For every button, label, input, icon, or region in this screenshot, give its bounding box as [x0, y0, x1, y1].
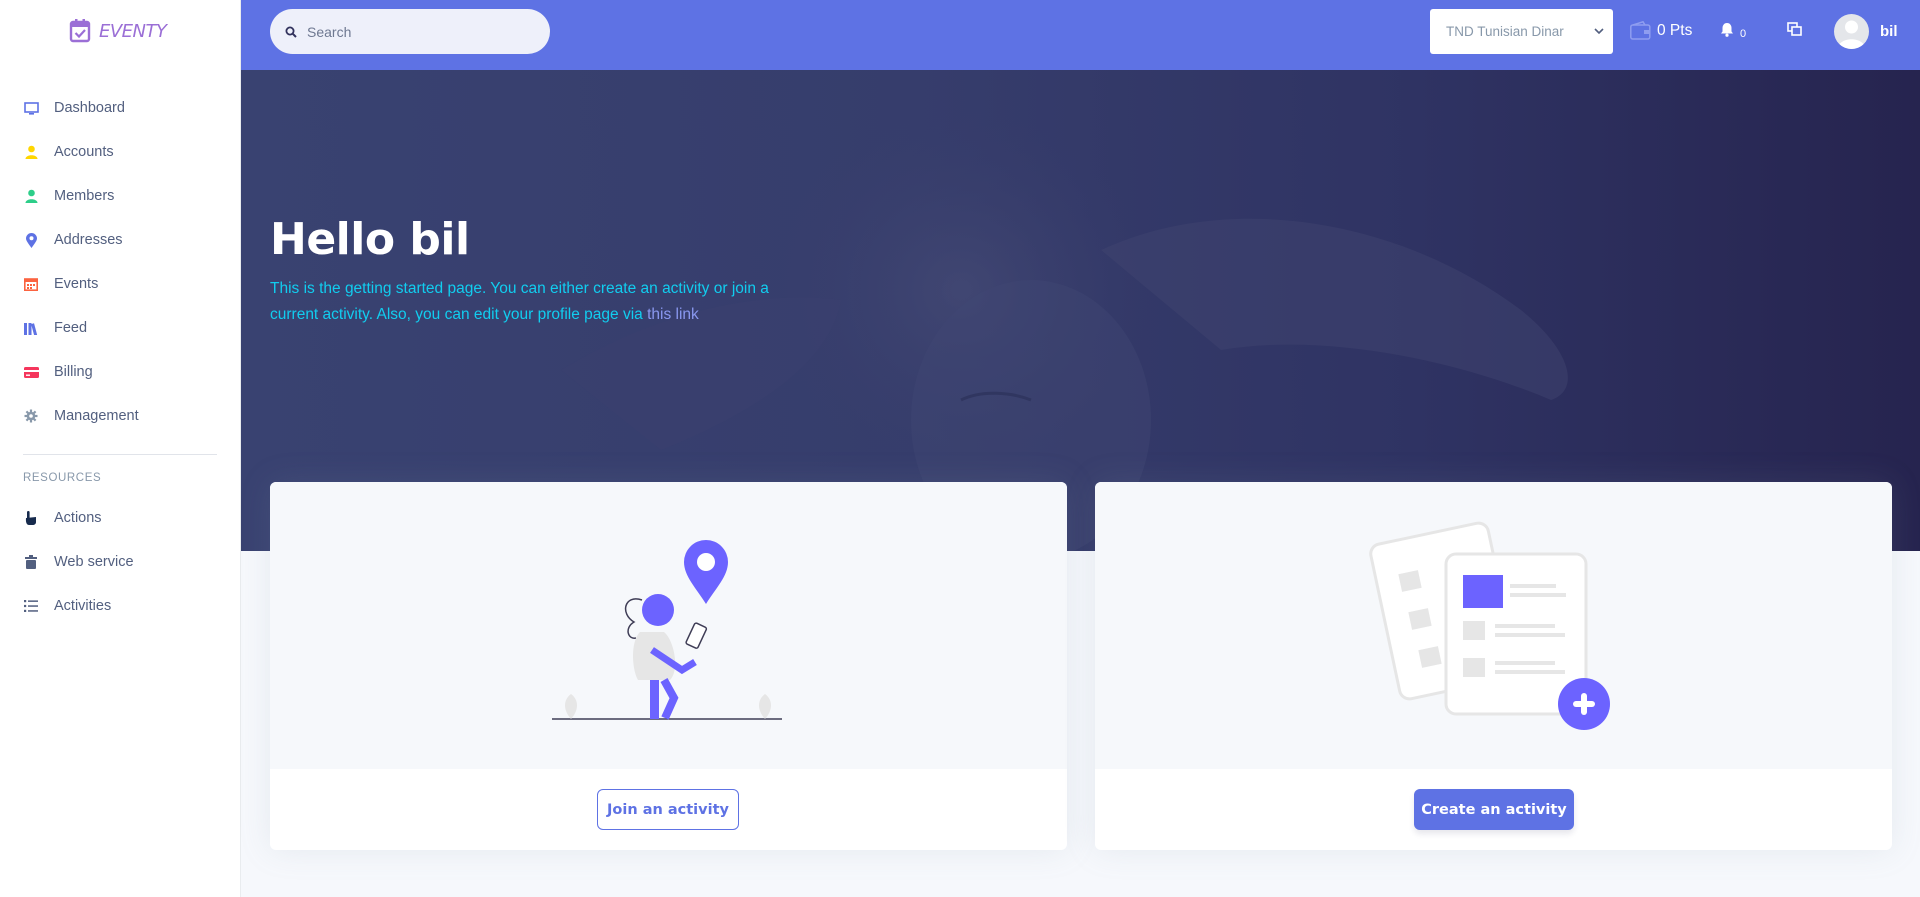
sidebar-item-accounts[interactable]: Accounts — [0, 130, 241, 174]
sidebar-item-label: Accounts — [54, 144, 114, 160]
sidebar: EVENTY Dashboard Accounts Members Addres… — [0, 0, 241, 897]
user-icon — [23, 144, 39, 160]
bell-icon — [1721, 23, 1733, 37]
trash-icon — [23, 554, 39, 570]
create-activity-card: Create an activity — [1095, 482, 1892, 850]
topbar: TND Tunisian Dinar 0 Pts 0 bil — [241, 0, 1920, 70]
sidebar-item-activities[interactable]: Activities — [0, 584, 241, 628]
resources-heading: RESOURCES — [23, 472, 102, 484]
user-icon — [23, 188, 39, 204]
profile-link[interactable]: this link — [647, 306, 699, 323]
resources-nav: Actions Web service Activities — [0, 496, 241, 628]
credit-card-icon — [23, 364, 39, 380]
brand-name: EVENTY — [99, 20, 167, 42]
create-activity-illustration — [1369, 521, 1610, 730]
search-input[interactable] — [307, 23, 527, 40]
search-icon — [285, 26, 297, 38]
hero-description: This is the getting started page. You ca… — [270, 276, 810, 328]
join-activity-card: Join an activity — [270, 482, 1067, 850]
notifications-button[interactable]: 0 — [1720, 22, 1747, 40]
sidebar-item-label: Members — [54, 188, 115, 204]
search-box[interactable] — [270, 9, 550, 54]
sidebar-item-label: Billing — [54, 364, 93, 380]
monitor-icon — [23, 100, 39, 116]
sidebar-item-label: Web service — [54, 554, 134, 570]
sidebar-item-dashboard[interactable]: Dashboard — [0, 86, 241, 130]
chevron-down-icon — [1594, 28, 1604, 35]
books-icon — [23, 320, 39, 336]
sidebar-item-actions[interactable]: Actions — [0, 496, 241, 540]
brand-logo[interactable]: EVENTY — [68, 18, 167, 44]
card-illustration-area — [1095, 482, 1892, 769]
hero-title: Hello bil — [270, 214, 470, 265]
hero-banner: Hello bil This is the getting started pa… — [241, 70, 1920, 551]
sidebar-item-label: Actions — [54, 510, 102, 526]
calendar-icon — [23, 276, 39, 292]
user-menu[interactable]: bil — [1834, 14, 1898, 49]
windows-icon — [1787, 22, 1802, 36]
create-activity-button[interactable]: Create an activity — [1414, 789, 1574, 830]
sidebar-divider — [23, 454, 217, 455]
sidebar-item-addresses[interactable]: Addresses — [0, 218, 241, 262]
wallet-icon — [1630, 21, 1651, 40]
sidebar-item-label: Management — [54, 408, 139, 424]
points-display[interactable]: 0 Pts — [1630, 21, 1692, 40]
sidebar-nav: Dashboard Accounts Members Addresses Eve… — [0, 86, 241, 438]
points-value: 0 Pts — [1657, 21, 1693, 39]
currency-select[interactable]: TND Tunisian Dinar — [1430, 9, 1613, 54]
sidebar-item-members[interactable]: Members — [0, 174, 241, 218]
notification-count: 0 — [1740, 28, 1747, 40]
sidebar-item-label: Feed — [54, 320, 88, 336]
list-icon — [23, 598, 39, 614]
calendar-check-icon — [69, 19, 91, 43]
card-illustration-area — [270, 482, 1067, 769]
username: bil — [1880, 23, 1898, 40]
windows-button[interactable] — [1787, 22, 1802, 41]
sidebar-item-label: Activities — [54, 598, 112, 614]
sidebar-item-events[interactable]: Events — [0, 262, 241, 306]
join-activity-illustration — [552, 540, 782, 720]
sidebar-item-label: Dashboard — [54, 100, 125, 116]
sidebar-item-billing[interactable]: Billing — [0, 350, 241, 394]
map-pin-icon — [23, 232, 39, 248]
sidebar-item-management[interactable]: Management — [0, 394, 241, 438]
sidebar-item-feed[interactable]: Feed — [0, 306, 241, 350]
gear-icon — [23, 408, 39, 424]
sidebar-item-label: Events — [54, 276, 99, 292]
currency-value: TND Tunisian Dinar — [1446, 24, 1564, 39]
sidebar-item-label: Addresses — [54, 232, 123, 248]
avatar — [1834, 14, 1869, 49]
hand-pointer-icon — [23, 510, 39, 526]
join-activity-button[interactable]: Join an activity — [597, 789, 739, 830]
sidebar-item-web-service[interactable]: Web service — [0, 540, 241, 584]
